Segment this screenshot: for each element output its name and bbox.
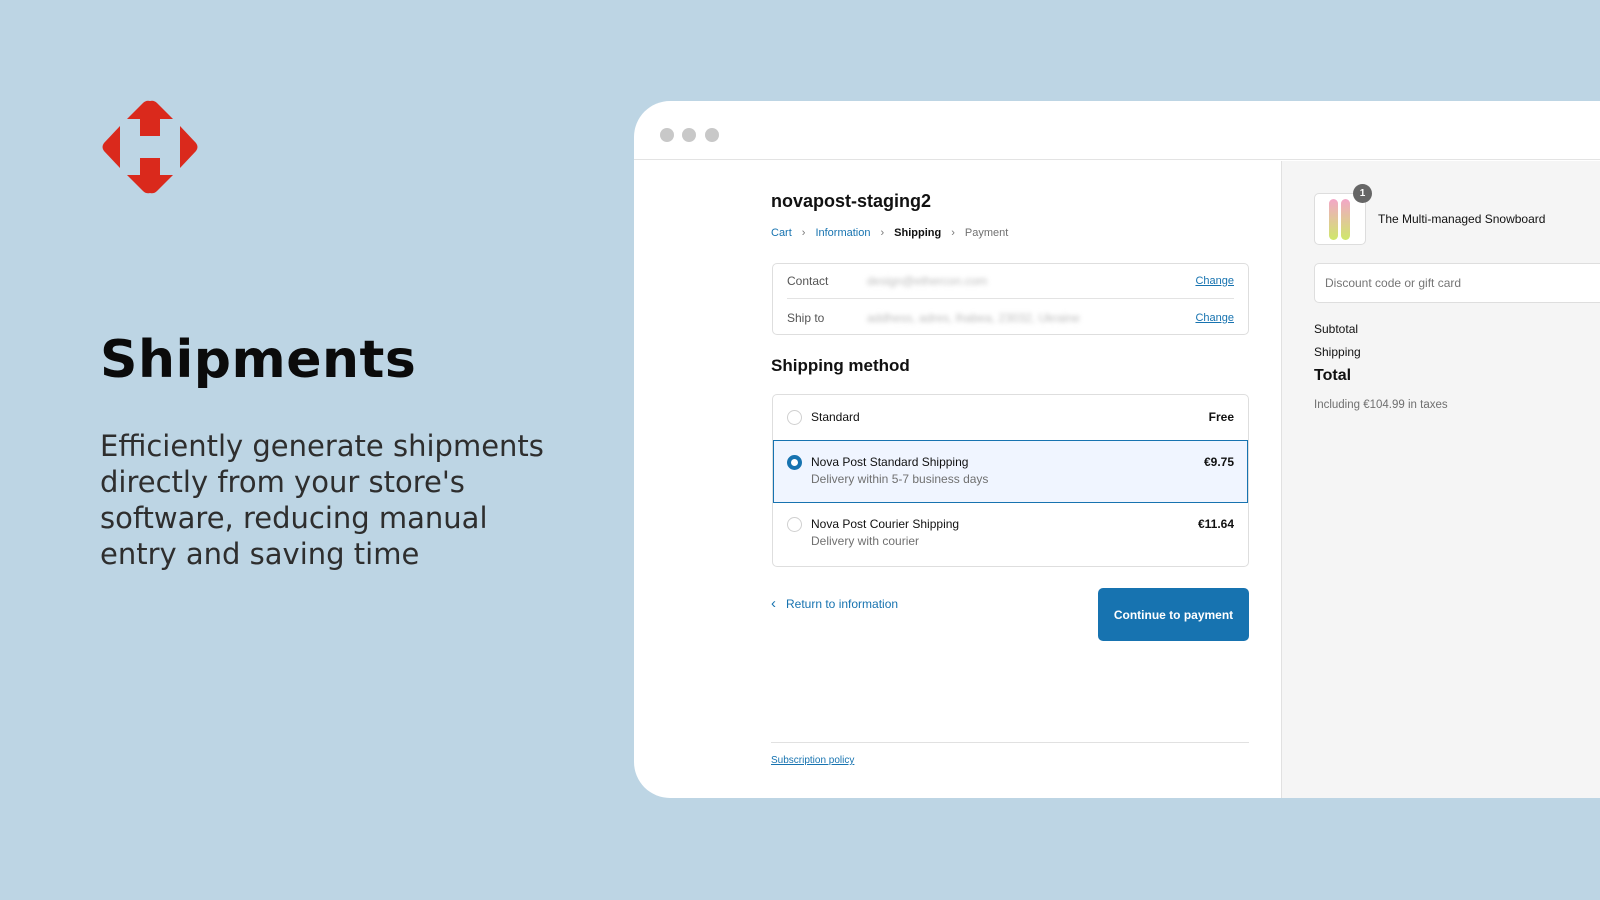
subscription-policy-link[interactable]: Subscription policy xyxy=(771,755,854,766)
ship-to-label: Ship to xyxy=(787,310,825,325)
product-name: The Multi-managed Snowboard xyxy=(1378,212,1546,226)
subtotal-label: Subtotal xyxy=(1314,322,1359,336)
total-label: Total xyxy=(1314,367,1352,384)
footer-divider xyxy=(771,742,1249,743)
chevron-left-icon: ‹ xyxy=(771,595,776,612)
ship-to-value: addhess, adres, lhabea, 23032, Ukraine xyxy=(867,310,1080,325)
shipping-methods: Standard Free Nova Post Standard Shippin… xyxy=(772,394,1249,567)
order-summary: 1 The Multi-managed Snowboard Subtotal S… xyxy=(1281,161,1600,798)
browser-window: novapost-staging2 Cart › Information › S… xyxy=(634,101,1600,798)
chevron-right-icon: › xyxy=(801,227,806,239)
option-name: Nova Post Standard Shipping xyxy=(811,455,969,469)
change-ship-to-link[interactable]: Change xyxy=(1195,312,1234,324)
chevron-right-icon: › xyxy=(880,227,885,239)
shipping-method-heading: Shipping method xyxy=(771,356,910,375)
return-to-information-link[interactable]: ‹ Return to information xyxy=(771,595,898,612)
window-maximize-dot[interactable] xyxy=(705,128,719,142)
nova-post-logo xyxy=(102,100,198,194)
ship-to-row: Ship to addhess, adres, lhabea, 23032, U… xyxy=(787,300,1234,335)
option-description: Delivery within 5-7 business days xyxy=(811,472,989,486)
option-description: Delivery with courier xyxy=(811,534,920,548)
discount-code-input[interactable] xyxy=(1314,263,1600,303)
breadcrumb-shipping: Shipping xyxy=(894,227,942,239)
window-close-dot[interactable] xyxy=(660,128,674,142)
change-contact-link[interactable]: Change xyxy=(1195,275,1234,287)
shipping-option-standard[interactable]: Standard Free xyxy=(773,395,1248,441)
contact-value: design@ethercon.com xyxy=(867,274,988,288)
continue-to-payment-button[interactable]: Continue to payment xyxy=(1098,588,1249,641)
hero-title: Shipments xyxy=(100,330,417,390)
shipping-label: Shipping xyxy=(1314,345,1361,359)
review-box: Contact design@ethercon.com Change Ship … xyxy=(772,263,1249,335)
radio-button-selected[interactable] xyxy=(787,455,802,470)
shipping-option-nova-post-courier[interactable]: Nova Post Courier Shipping Delivery with… xyxy=(773,503,1248,566)
breadcrumb: Cart › Information › Shipping › Payment xyxy=(771,227,1018,239)
shipping-option-nova-post-standard[interactable]: Nova Post Standard Shipping Delivery wit… xyxy=(773,440,1248,503)
radio-button[interactable] xyxy=(787,517,802,532)
hero-description: Efficiently generate shipments directly … xyxy=(100,429,544,571)
taxes-note: Including €104.99 in taxes xyxy=(1314,399,1448,411)
title-bar xyxy=(634,101,1600,160)
contact-row: Contact design@ethercon.com Change xyxy=(787,264,1234,299)
window-minimize-dot[interactable] xyxy=(682,128,696,142)
radio-button[interactable] xyxy=(787,410,802,425)
option-name: Nova Post Courier Shipping xyxy=(811,517,960,531)
breadcrumb-cart[interactable]: Cart xyxy=(771,227,792,239)
chevron-right-icon: › xyxy=(951,227,955,239)
return-label: Return to information xyxy=(786,596,899,611)
option-price: €11.64 xyxy=(1197,517,1234,531)
option-name: Standard xyxy=(811,410,860,424)
breadcrumb-payment: Payment xyxy=(964,227,1009,239)
contact-label: Contact xyxy=(787,274,829,288)
option-price: €9.75 xyxy=(1203,455,1234,469)
option-price: Free xyxy=(1208,410,1234,424)
store-name: novapost-staging2 xyxy=(771,191,932,211)
breadcrumb-information[interactable]: Information xyxy=(815,227,870,239)
quantity-badge: 1 xyxy=(1353,184,1372,203)
